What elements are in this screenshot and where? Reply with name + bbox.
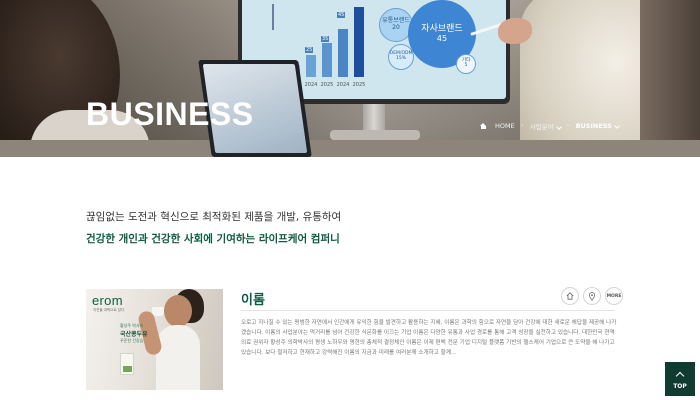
- model-body: [156, 325, 200, 390]
- screen-bar-value: 45: [337, 12, 346, 18]
- card-actions: MORE: [561, 287, 623, 305]
- breadcrumb-level2[interactable]: BUSINESS: [576, 122, 620, 130]
- model-head: [164, 295, 192, 327]
- breadcrumb: HOME • 사업분야 • BUSINESS: [480, 121, 620, 131]
- erom-card-image[interactable]: erom 자연을 과학으로 담다 황성주 박사의 국산콩두유 꾸준한 건강습: [86, 289, 223, 390]
- card-description: 오로고 지나칠 수 있는 평범한 자연에서 인간에게 유익한 힘을 발견하고 활…: [241, 320, 617, 356]
- location-pin-icon: [588, 291, 596, 301]
- page-title: BUSINESS: [86, 96, 254, 132]
- more-button[interactable]: MORE: [605, 287, 623, 305]
- promo-line: 꾸준한 건강습: [120, 338, 144, 343]
- breadcrumb-home[interactable]: HOME: [495, 122, 515, 130]
- screen-bar-value: 25: [305, 47, 314, 53]
- intro-highlight: 건강한 개인과 건강한 사회에 기여하는 라이프케어 컴퍼니: [86, 233, 340, 245]
- card-divider: [241, 310, 615, 311]
- screen-bar-label: 2025: [352, 82, 366, 88]
- scroll-top-button[interactable]: TOP: [665, 362, 695, 396]
- arrow-up-icon: [675, 371, 685, 380]
- homepage-button[interactable]: [561, 287, 579, 305]
- screen-bar: [322, 43, 332, 77]
- location-button[interactable]: [583, 287, 601, 305]
- hero-banner: 25 35 45 2023 2024 2025 2024 2025 유통브랜드 …: [0, 0, 700, 157]
- home-icon: [566, 292, 574, 300]
- model-cup: [152, 307, 164, 316]
- intro-text: 끊임없는 도전과 혁신으로 최적화된 제품을 개발, 유통하여: [86, 211, 342, 223]
- hero-desk: [0, 140, 700, 157]
- breadcrumb-level1[interactable]: 사업분야: [530, 121, 562, 131]
- hero-person-far-right: [640, 0, 700, 157]
- chevron-down-icon: [555, 124, 562, 130]
- monitor-stand-base: [330, 130, 420, 140]
- card-title[interactable]: 이롬: [241, 289, 265, 308]
- screen-bubble: 기타 5: [456, 54, 476, 74]
- screen-bubble: OEM/ODM 15%: [388, 44, 414, 70]
- screen-bar-value: 35: [321, 36, 330, 42]
- hero-hand: [498, 18, 532, 44]
- erom-logo: erom: [92, 293, 123, 308]
- chevron-down-icon: [614, 123, 620, 129]
- breadcrumb-separator: •: [566, 123, 570, 129]
- screen-bar: [338, 29, 348, 77]
- scroll-top-label: TOP: [673, 382, 687, 390]
- promo-title: 국산콩두유: [120, 331, 148, 338]
- home-icon[interactable]: [480, 123, 487, 129]
- erom-logo-tagline: 자연을 과학으로 담다: [93, 308, 125, 312]
- screen-bar: [354, 7, 364, 77]
- product-package: [120, 353, 134, 375]
- screen-bar: [306, 55, 316, 77]
- screen-figure-doodle: [272, 4, 282, 30]
- breadcrumb-separator: •: [520, 123, 524, 129]
